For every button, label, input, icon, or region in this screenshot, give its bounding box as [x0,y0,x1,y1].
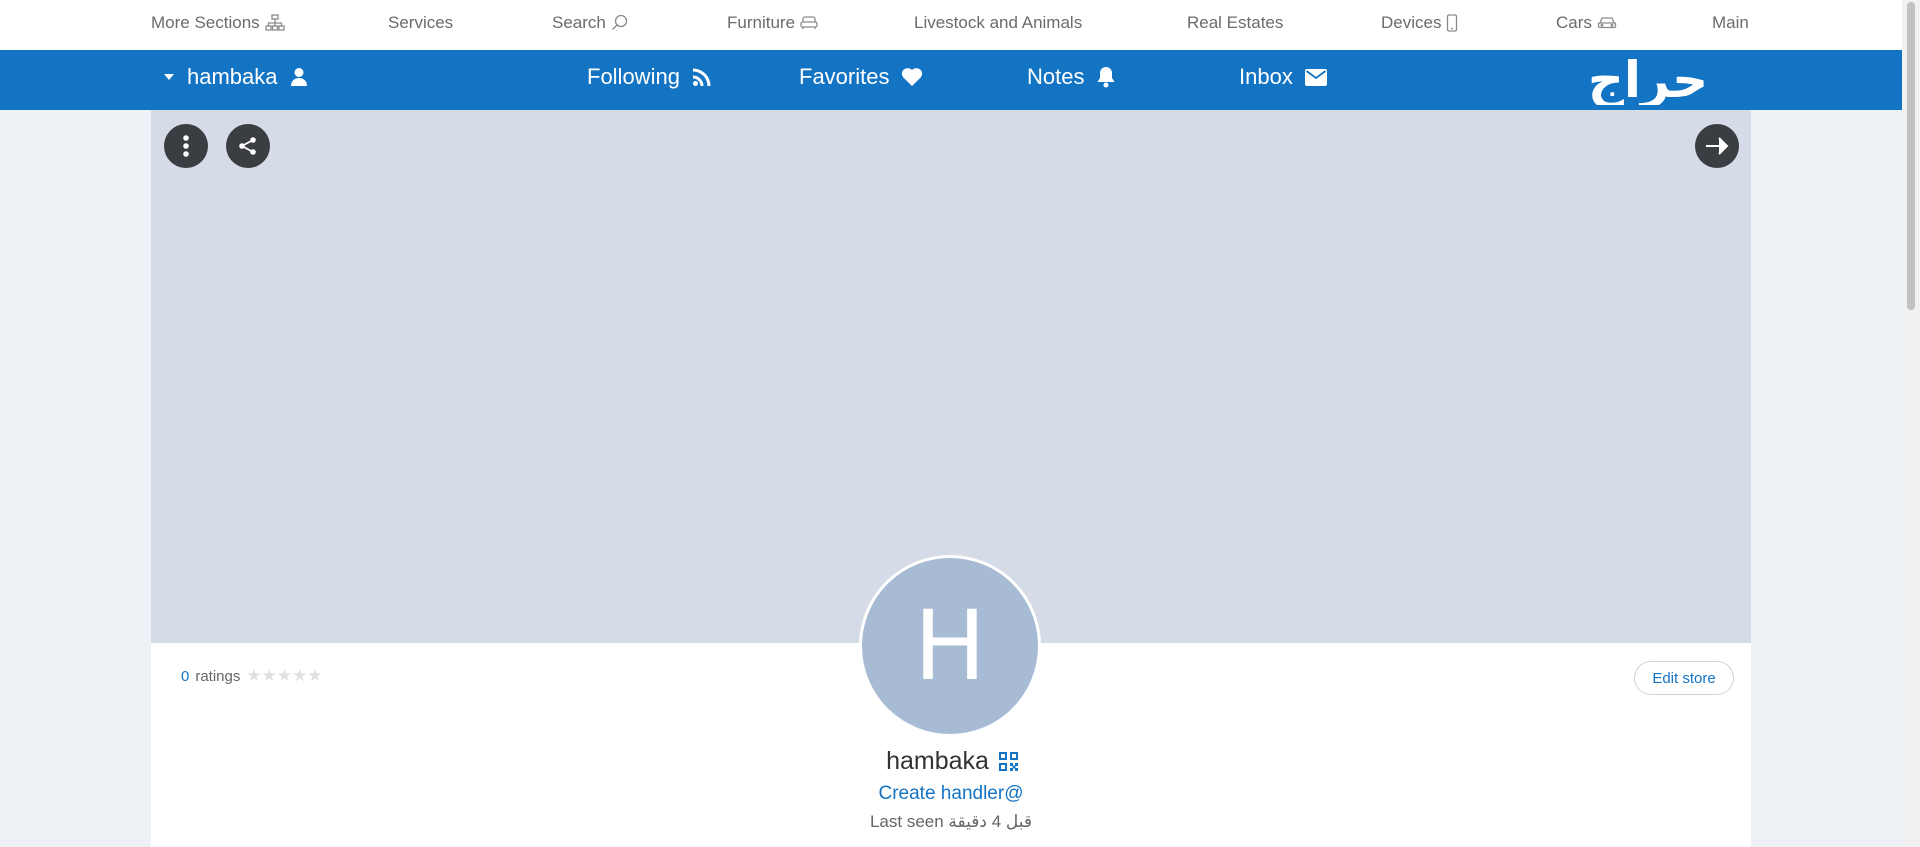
notes-link[interactable]: Notes [1027,64,1116,90]
ratings-label: ratings [195,667,241,685]
nav-cars-label: Cars [1556,13,1592,32]
nav-real-estates-label: Real Estates [1187,13,1284,32]
bell-icon [1097,67,1115,88]
envelope-icon [1304,68,1327,86]
following-link[interactable]: Following [587,64,712,90]
nav-more-sections[interactable]: More Sections [151,13,285,33]
mobile-icon [1447,14,1458,32]
notes-label: Notes [1027,64,1085,89]
logo-text: حراج [1588,55,1708,105]
page-scrollbar[interactable] [1902,0,1920,847]
share-icon [239,137,256,155]
nav-furniture[interactable]: Furniture [727,13,818,33]
ratings-summary[interactable]: 0 ratings ★★★★★ [181,666,323,686]
nav-services[interactable]: Services [388,13,453,33]
sofa-icon [800,16,818,29]
vertical-dots-icon [183,135,189,157]
last-seen-text: Last seen قبل 4 دقيقة [869,812,1033,831]
nav-livestock[interactable]: Livestock and Animals [914,13,1082,33]
inbox-link[interactable]: Inbox [1239,64,1327,90]
nav-livestock-label: Livestock and Animals [914,13,1083,32]
favorites-link[interactable]: Favorites [799,64,923,90]
scrollbar-thumb[interactable] [1907,2,1915,310]
avatar-letter: H [913,590,987,702]
car-icon [1597,17,1617,29]
nav-main[interactable]: Main [1712,13,1749,33]
nav-more-sections-label: More Sections [151,13,260,32]
create-handler-link[interactable]: Create handler@ [0,783,1902,805]
profile-name: hambaka [886,747,989,775]
nav-search-label: Search [552,13,606,32]
nav-devices[interactable]: Devices [1381,13,1458,33]
following-label: Following [587,64,680,89]
more-options-button[interactable] [164,124,208,168]
nav-main-label: Main [1712,13,1749,32]
arrow-right-icon [1706,137,1729,155]
nav-cars[interactable]: Cars [1556,13,1617,33]
share-button[interactable] [226,124,270,168]
nav-devices-label: Devices [1381,13,1442,32]
profile-name-row: hambaka [0,747,1902,776]
nav-search[interactable]: Search [552,13,629,33]
inbox-label: Inbox [1239,64,1293,89]
forward-arrow-button[interactable] [1695,124,1739,168]
haraj-logo-icon: حراج [1588,51,1708,110]
edit-store-button[interactable]: Edit store [1634,661,1734,695]
nav-real-estates[interactable]: Real Estates [1187,13,1283,33]
rating-stars-icon: ★★★★★ [246,666,323,685]
nav-furniture-label: Furniture [727,13,796,32]
favorites-label: Favorites [799,64,890,89]
user-icon [290,68,307,86]
search-icon [611,14,628,30]
user-menu[interactable]: hambaka [163,64,308,90]
user-menu-name: hambaka [187,64,278,89]
avatar: H [859,555,1041,737]
sitemap-icon [265,14,285,31]
rating-count: 0 [181,667,190,685]
caret-down-icon [164,74,174,80]
category-nav: More Sections Services Search Furniture … [0,0,1902,50]
rss-icon [692,68,711,86]
heart-icon [902,68,923,86]
nav-services-label: Services [388,13,454,32]
site-logo[interactable]: حراج [1550,51,1746,110]
qr-code-icon[interactable] [998,752,1018,771]
